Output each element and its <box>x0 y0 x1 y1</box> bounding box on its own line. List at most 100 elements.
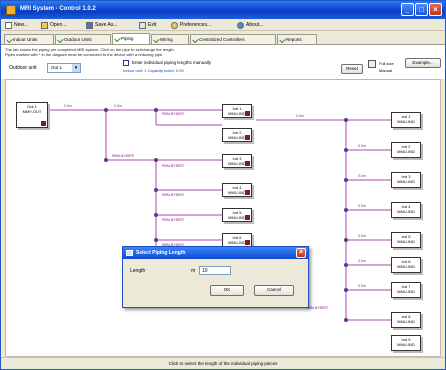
indoor-unit-model: MMU-IND <box>397 342 415 347</box>
outdoor-unit-select[interactable]: Out 1 ▾ <box>47 63 81 73</box>
preferences-button[interactable]: Preferences... <box>171 21 211 29</box>
save-as-button[interactable]: Save As... <box>86 21 118 29</box>
maximize-button[interactable]: □ <box>415 3 428 16</box>
app-window: MRI System - Control 1.0.2 _ □ × New... … <box>0 0 446 370</box>
indoor-unit-box[interactable]: Ind 5 MMU-IND <box>222 208 252 222</box>
indoor-unit-model: MMU-IND <box>397 264 415 269</box>
close-button[interactable]: × <box>429 3 442 16</box>
indoor-unit-box[interactable]: Ind 5 MMU-IND <box>391 232 421 248</box>
save-as-label: Save As... <box>95 22 118 28</box>
chevron-down-icon: ▾ <box>72 64 80 72</box>
controls-row: Outdoor unit Out 1 ▾ Enter individual pi… <box>1 57 445 79</box>
pipe-length-label[interactable]: 0.0m <box>114 104 122 108</box>
about-button[interactable]: About... <box>237 21 263 29</box>
manual-length-label: Enter individual piping lengths manually <box>132 60 212 65</box>
zoom-icon <box>368 60 376 68</box>
indoor-unit-box[interactable]: Ind 1 MMU-IND <box>222 104 252 118</box>
toolbar: New... Open... Save As... Exit Preferenc… <box>1 19 445 31</box>
info-panel: The tab shows the piping per completed M… <box>1 44 445 57</box>
outdoor-unit-label: Outdoor unit <box>9 65 37 71</box>
exit-button[interactable]: Exit <box>139 21 156 29</box>
dialog-title-bar: Select Piping Length × <box>123 247 308 259</box>
pipe-length-label[interactable]: 0.0m <box>358 174 366 178</box>
dialog-close-button[interactable]: × <box>296 248 306 258</box>
indoor-unit-box[interactable]: Ind 3 MMU-IND <box>391 172 421 188</box>
unit-marker-icon <box>245 111 250 116</box>
unit-marker-icon <box>41 121 46 126</box>
length-input[interactable] <box>199 266 231 275</box>
dialog-icon <box>126 250 133 256</box>
tab-reports[interactable]: Reports <box>277 34 317 44</box>
indoor-capacity-text: Indoor unit: 1 Capacity index: 0.00 <box>123 68 184 73</box>
open-label: Open... <box>50 22 67 28</box>
branch-pipe-label[interactable]: RBM-BY55FE <box>306 306 328 310</box>
manual-length-checkbox[interactable] <box>123 60 129 66</box>
pipe-length-label[interactable]: 0.0m <box>296 114 304 118</box>
title-bar: MRI System - Control 1.0.2 _ □ × <box>1 1 445 19</box>
outdoor-unit-box[interactable]: Out 1 MMY-OUT <box>16 102 48 128</box>
open-button[interactable]: Open... <box>41 21 66 29</box>
unit-marker-icon <box>245 190 250 195</box>
indoor-unit-model: MMU-IND <box>397 119 415 124</box>
app-icon <box>6 5 16 15</box>
tab-outdoor-units[interactable]: Outdoor Units <box>55 34 111 44</box>
indoor-unit-box[interactable]: Ind 9 MMU-IND <box>391 335 421 351</box>
indoor-unit-model: MMU-IND <box>397 209 415 214</box>
branch-pipe-label[interactable]: RBM-BY55FE <box>162 218 184 222</box>
piping-length-dialog: Select Piping Length × Length m OK Cance… <box>122 246 309 308</box>
indoor-unit-box[interactable]: Ind 1 MMU-IND <box>391 112 421 128</box>
pipe-length-label[interactable]: 0.0m <box>358 144 366 148</box>
indoor-unit-box[interactable]: Ind 7MMU-IND <box>391 282 421 298</box>
new-button[interactable]: New... <box>5 21 28 29</box>
info-icon <box>237 21 244 29</box>
view-manual[interactable]: Manual <box>379 68 392 73</box>
pipe-length-label[interactable]: 0.0m <box>358 204 366 208</box>
exit-label: Exit <box>148 22 157 28</box>
example-button[interactable]: Example... <box>405 58 441 68</box>
new-file-icon <box>5 21 12 29</box>
length-unit-label: m <box>191 268 196 274</box>
unit-marker-icon <box>245 215 250 220</box>
branch-pipe-label[interactable]: RBM-BY55FE <box>112 154 134 158</box>
outdoor-unit-model: MMY-OUT <box>22 109 42 114</box>
indoor-unit-model: MMU-IND <box>397 179 415 184</box>
open-folder-icon <box>41 21 48 29</box>
indoor-unit-model: MMU-IND <box>397 149 415 154</box>
indoor-unit-model: MMU-IND <box>397 239 415 244</box>
cancel-button[interactable]: Cancel <box>254 285 294 296</box>
indoor-unit-box[interactable]: Ind 3 MMU-IND <box>222 154 252 168</box>
exit-icon <box>139 21 146 29</box>
tab-centralized-controllers[interactable]: Centralized Controllers <box>190 34 276 44</box>
length-label: Length <box>130 268 146 274</box>
branch-pipe-label[interactable]: RBM-BY55FE <box>162 112 184 116</box>
tab-strip: Indoor Units Outdoor Units Piping Wiring… <box>1 32 445 44</box>
branch-pipe-label[interactable]: RBM-BY55FE <box>162 193 184 197</box>
indoor-unit-box[interactable]: Ind 4 MMU-IND <box>222 183 252 197</box>
outdoor-unit-value: Out 1 <box>51 65 63 70</box>
pipe-length-label[interactable]: 0.0m <box>358 284 366 288</box>
tab-indoor-units[interactable]: Indoor Units <box>4 34 54 44</box>
indoor-unit-box[interactable]: Ind 6 MMU-IND <box>222 233 252 247</box>
window-title: MRI System - Control 1.0.2 <box>20 6 96 12</box>
branch-pipe-label[interactable]: RBM-BY55FE <box>162 164 184 168</box>
status-bar: Click to select the length of the indivi… <box>1 357 445 369</box>
ok-button[interactable]: OK <box>210 285 244 296</box>
pipe-length-label[interactable]: 0.0m <box>64 104 72 108</box>
star-icon <box>171 21 178 29</box>
tab-wiring[interactable]: Wiring <box>151 34 189 44</box>
reset-button[interactable]: Reset <box>341 64 363 74</box>
unit-marker-icon <box>245 240 250 245</box>
indoor-unit-model: MMU-IND <box>397 289 415 294</box>
pipe-length-label[interactable]: 0.0m <box>358 234 366 238</box>
tab-piping[interactable]: Piping <box>112 33 150 44</box>
dialog-title: Select Piping Length <box>136 250 186 256</box>
minimize-button[interactable]: _ <box>401 3 414 16</box>
indoor-unit-box[interactable]: Ind 4 MMU-IND <box>391 202 421 218</box>
indoor-unit-box[interactable]: Ind 2 MMU-IND <box>222 128 252 142</box>
indoor-unit-box[interactable]: Ind 8 MMU-IND <box>391 312 421 328</box>
pipe-length-label[interactable]: 0.0m <box>358 259 366 263</box>
save-icon <box>86 21 93 29</box>
view-full-size[interactable]: Full size <box>379 61 394 66</box>
indoor-unit-box[interactable]: Ind 6 MMU-IND <box>391 257 421 273</box>
indoor-unit-box[interactable]: Ind 2 MMU-IND <box>391 142 421 158</box>
